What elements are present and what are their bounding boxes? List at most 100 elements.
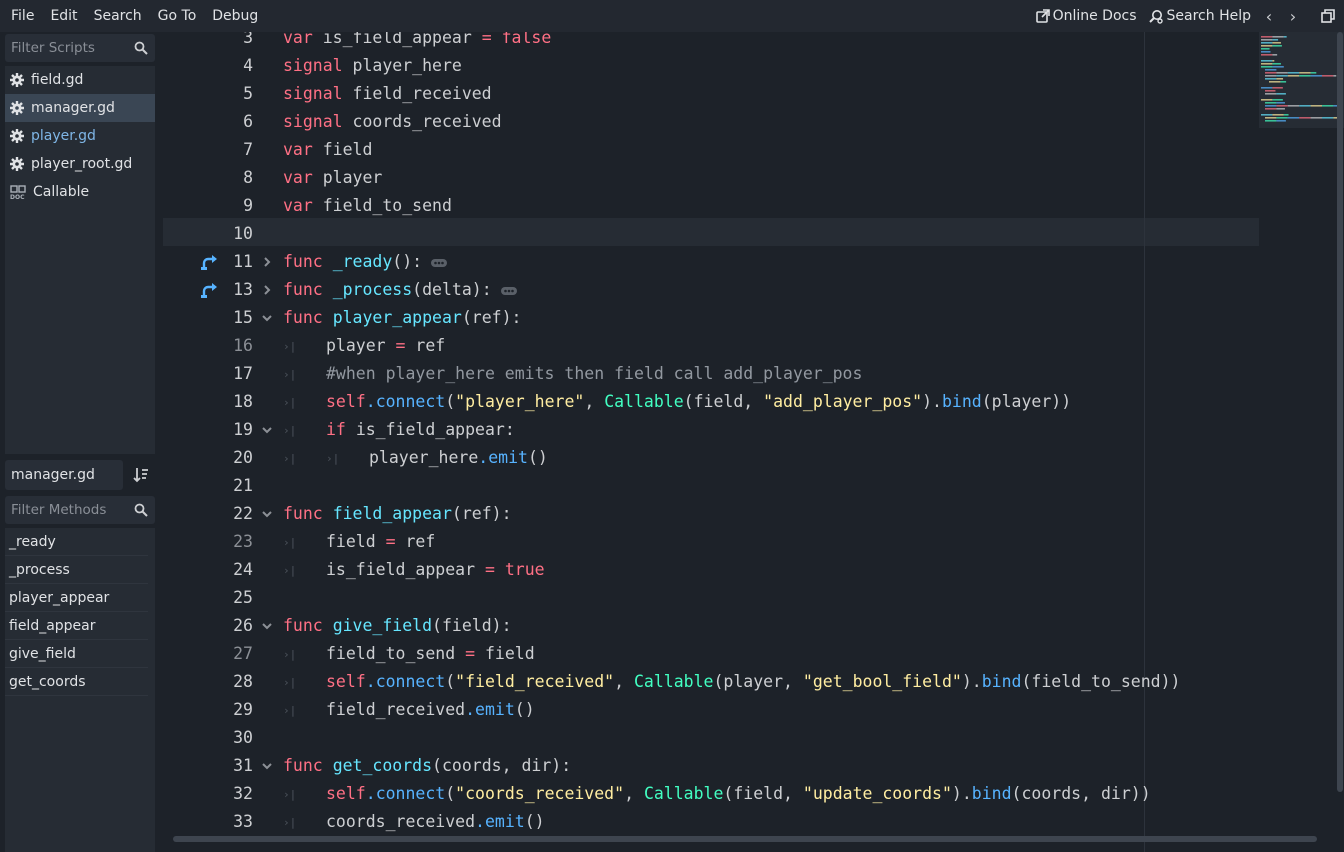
script-item-callable[interactable]: DOC Callable xyxy=(5,178,155,206)
code-line[interactable]: 9 var field_to_send xyxy=(163,192,1263,220)
code-line[interactable]: 10 xyxy=(163,220,1263,248)
script-item-field[interactable]: field.gd xyxy=(5,66,155,94)
code-text: func give_field(field): xyxy=(283,616,512,635)
fold-open-icon[interactable] xyxy=(260,304,274,332)
tab-indicator-icon: ›| xyxy=(283,340,297,353)
code-text: func _process(delta): xyxy=(283,276,517,304)
back-arrow-button[interactable]: ‹ xyxy=(1257,7,1281,26)
online-docs-label: Online Docs xyxy=(1052,8,1137,24)
method-item[interactable]: give_field xyxy=(5,640,148,668)
code-line[interactable]: 21 xyxy=(163,472,1263,500)
code-line[interactable]: 28 ›| self.connect("field_received", Calla… xyxy=(163,668,1263,696)
code-line[interactable]: 23 ›| field = ref xyxy=(163,528,1263,556)
distraction-free-button[interactable] xyxy=(1315,0,1344,32)
code-text: player_here.emit() xyxy=(369,448,548,467)
line-number: 32 xyxy=(233,784,253,803)
line-number: 6 xyxy=(243,112,253,131)
code-line[interactable]: 7 var field xyxy=(163,136,1263,164)
script-item-player[interactable]: player.gd xyxy=(5,122,155,150)
online-docs-button[interactable]: Online Docs xyxy=(1030,0,1143,32)
current-script-row: manager.gd xyxy=(5,460,155,490)
menu-search[interactable]: Search xyxy=(88,0,147,32)
override-arrow-icon[interactable] xyxy=(201,282,219,298)
method-item[interactable]: player_appear xyxy=(5,584,148,612)
code-line[interactable]: 16 ›| player = ref xyxy=(163,332,1263,360)
code-line[interactable]: 20 ›| ›| player_here.emit() xyxy=(163,444,1263,472)
search-help-icon xyxy=(1148,9,1163,24)
code-line[interactable]: 32 ›| self.connect("coords_received", Call… xyxy=(163,780,1263,808)
fold-open-icon[interactable] xyxy=(260,752,274,780)
code-line[interactable]: 19 ›| if is_field_appear: xyxy=(163,416,1263,444)
code-line[interactable]: 17 ›| #when player_here emits then field c… xyxy=(163,360,1263,388)
code-line[interactable]: 3 var is_field_appear = false xyxy=(163,32,1263,52)
line-number: 24 xyxy=(233,560,253,579)
folded-code-icon[interactable] xyxy=(431,258,448,268)
tab-indicator-icon: ›| xyxy=(283,648,297,661)
line-number: 9 xyxy=(243,196,253,215)
line-number: 23 xyxy=(233,532,253,551)
methods-list: _ready _process player_appear field_appe… xyxy=(5,528,155,852)
method-item[interactable]: field_appear xyxy=(5,612,148,640)
tab-indicator-icon: ›| xyxy=(283,368,297,381)
code-editor[interactable]: 3 var is_field_appear = false 4 signal play… xyxy=(163,32,1344,852)
line-number: 3 xyxy=(243,32,253,47)
fold-closed-icon[interactable] xyxy=(260,248,274,276)
code-text: var field xyxy=(283,140,373,159)
code-line[interactable]: 26 func give_field(field): xyxy=(163,612,1263,640)
code-line[interactable]: 24 ›| is_field_appear = true xyxy=(163,556,1263,584)
menu-edit[interactable]: Edit xyxy=(44,0,82,32)
code-line[interactable]: 25 xyxy=(163,584,1263,612)
line-number: 33 xyxy=(233,812,253,831)
code-line[interactable]: 29 ›| field_received.emit() xyxy=(163,696,1263,724)
minimap[interactable] xyxy=(1259,32,1344,128)
fold-open-icon[interactable] xyxy=(260,416,274,444)
code-line[interactable]: 6 signal coords_received xyxy=(163,108,1263,136)
line-number: 26 xyxy=(233,616,253,635)
filter-scripts-input[interactable] xyxy=(5,34,125,62)
code-line[interactable]: 22 func field_appear(ref): xyxy=(163,500,1263,528)
code-line[interactable]: 27 ›| field_to_send = field xyxy=(163,640,1263,668)
code-line[interactable]: 33 ›| coords_received.emit() xyxy=(163,808,1263,836)
code-text: func field_appear(ref): xyxy=(283,504,512,523)
fold-open-icon[interactable] xyxy=(260,612,274,640)
override-arrow-icon[interactable] xyxy=(201,254,219,270)
fold-open-icon[interactable] xyxy=(260,500,274,528)
window-icon xyxy=(1321,9,1335,23)
script-item-label: player_root.gd xyxy=(31,156,133,172)
left-sidebar: field.gd manager.gd player.gd player_roo… xyxy=(0,32,160,852)
search-help-button[interactable]: Search Help xyxy=(1143,0,1257,32)
code-line[interactable]: 11 func _ready(): xyxy=(163,248,1263,276)
code-line[interactable]: 13 func _process(delta): xyxy=(163,276,1263,304)
menu-goto[interactable]: Go To xyxy=(152,0,202,32)
code-line[interactable]: 31 func get_coords(coords, dir): xyxy=(163,752,1263,780)
code-line[interactable]: 5 signal field_received xyxy=(163,80,1263,108)
gear-icon xyxy=(10,157,24,171)
tab-indicator-icon: ›| xyxy=(283,788,297,801)
line-number: 21 xyxy=(233,476,253,495)
code-line[interactable]: 15 func player_appear(ref): xyxy=(163,304,1263,332)
code-line[interactable]: 4 signal player_here xyxy=(163,52,1263,80)
code-text: signal player_here xyxy=(283,56,462,75)
menu-debug[interactable]: Debug xyxy=(206,0,263,32)
fold-closed-icon[interactable] xyxy=(260,276,274,304)
code-text: func _ready(): xyxy=(283,248,448,276)
code-line[interactable]: 30 xyxy=(163,724,1263,752)
code-line[interactable]: 8 var player xyxy=(163,164,1263,192)
code-text: signal coords_received xyxy=(283,112,502,131)
code-text: func get_coords(coords, dir): xyxy=(283,756,572,775)
method-item[interactable]: get_coords xyxy=(5,668,148,696)
method-item[interactable]: _ready xyxy=(5,528,148,556)
horizontal-scrollbar[interactable] xyxy=(173,836,1317,842)
filter-methods-input[interactable] xyxy=(5,496,125,524)
menu-file[interactable]: File xyxy=(5,0,39,32)
script-item-manager[interactable]: manager.gd xyxy=(5,94,155,122)
script-item-player-root[interactable]: player_root.gd xyxy=(5,150,155,178)
code-text: coords_received.emit() xyxy=(326,812,545,831)
vertical-scrollbar[interactable] xyxy=(1337,32,1343,792)
forward-arrow-button[interactable]: › xyxy=(1281,7,1305,26)
doc-icon: DOC xyxy=(10,185,26,199)
folded-code-icon[interactable] xyxy=(500,286,517,296)
sort-methods-button[interactable] xyxy=(127,460,155,490)
method-item[interactable]: _process xyxy=(5,556,148,584)
code-line[interactable]: 18 ›| self.connect("player_here", Callable… xyxy=(163,388,1263,416)
